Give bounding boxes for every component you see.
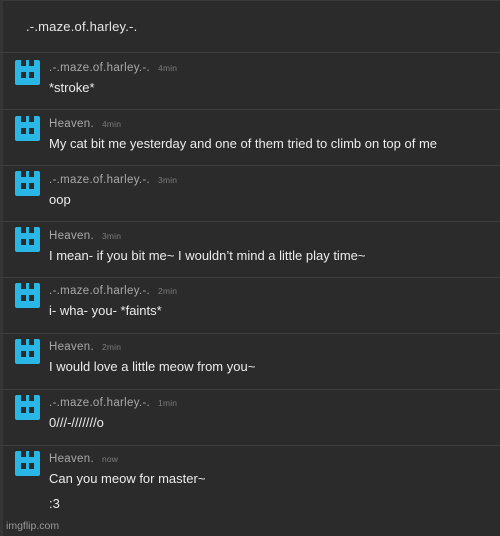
avatar-icon xyxy=(15,116,40,141)
message-text: *stroke* xyxy=(49,80,95,95)
imgflip-watermark: imgflip.com xyxy=(6,520,60,532)
message-text: I would love a little meow from you~ xyxy=(49,359,256,374)
avatar-icon xyxy=(15,171,40,196)
avatar-icon xyxy=(15,60,40,85)
message-timestamp: 3min xyxy=(158,175,178,185)
avatar[interactable] xyxy=(15,171,40,196)
message: Heaven. now Can you meow for master~ :3 xyxy=(0,445,500,536)
avatar[interactable] xyxy=(15,395,40,420)
author-name[interactable]: Heaven. xyxy=(49,230,94,242)
message-author: Heaven. 4min xyxy=(49,118,121,130)
message-text-followup: :3 xyxy=(49,496,60,511)
message-text: Can you meow for master~ xyxy=(49,471,206,486)
message-timestamp: 2min xyxy=(158,286,178,296)
message: .-.maze.of.harley.-. 4min *stroke* xyxy=(0,52,500,109)
avatar-icon xyxy=(15,339,40,364)
message-timestamp: 3min xyxy=(101,231,122,241)
author-name[interactable]: .-.maze.of.harley.-. xyxy=(49,285,150,297)
author-name[interactable]: .-.maze.of.harley.-. xyxy=(49,62,150,74)
message-timestamp: 4min xyxy=(101,119,122,129)
message: .-.maze.of.harley.-. 1min 0///-///////o xyxy=(0,389,500,445)
message: Heaven. 4min My cat bit me yesterday and … xyxy=(0,109,500,165)
message-timestamp: 2min xyxy=(101,342,122,352)
avatar[interactable] xyxy=(15,227,40,252)
message-author: .-.maze.of.harley.-. 2min xyxy=(49,285,177,297)
message: Heaven. 2min I would love a little meow f… xyxy=(0,333,500,389)
message-author: .-.maze.of.harley.-. 3min xyxy=(49,174,177,186)
author-name[interactable]: Heaven. xyxy=(49,341,94,353)
message-author: .-.maze.of.harley.-. 1min xyxy=(49,397,177,409)
chat-window: .-.maze.of.harley.-. .-.maze.of.harley.-… xyxy=(0,0,500,536)
message-text: I mean- if you bit me~ I wouldn’t mind a… xyxy=(49,248,366,263)
avatar[interactable] xyxy=(15,451,40,476)
message-timestamp: now xyxy=(101,454,119,464)
message-text: oop xyxy=(49,192,71,207)
author-name[interactable]: .-.maze.of.harley.-. xyxy=(49,174,150,186)
avatar[interactable] xyxy=(15,60,40,85)
message: .-.maze.of.harley.-. 3min oop xyxy=(0,165,500,221)
message-text: i- wha- you- *faints* xyxy=(49,303,162,318)
message-text: My cat bit me yesterday and one of them … xyxy=(49,136,438,151)
avatar-icon xyxy=(15,283,40,308)
chat-title: .-.maze.of.harley.-. xyxy=(26,19,138,34)
avatar[interactable] xyxy=(15,339,40,364)
avatar-icon xyxy=(15,395,40,420)
avatar-icon xyxy=(15,227,40,252)
message-author: Heaven. now xyxy=(49,453,118,465)
avatar[interactable] xyxy=(15,283,40,308)
message-author: Heaven. 3min xyxy=(49,230,121,242)
message-timestamp: 1min xyxy=(158,398,178,408)
author-name[interactable]: .-.maze.of.harley.-. xyxy=(49,397,150,409)
message: Heaven. 3min I mean- if you bit me~ I wou… xyxy=(0,221,500,277)
author-name[interactable]: Heaven. xyxy=(49,118,94,130)
message-author: .-.maze.of.harley.-. 4min xyxy=(49,62,177,74)
message-text: 0///-///////o xyxy=(49,415,104,430)
message-timestamp: 4min xyxy=(158,63,178,73)
author-name[interactable]: Heaven. xyxy=(49,453,94,465)
avatar-icon xyxy=(15,451,40,476)
message: .-.maze.of.harley.-. 2min i- wha- you- *f… xyxy=(0,277,500,333)
message-author: Heaven. 2min xyxy=(49,341,121,353)
avatar[interactable] xyxy=(15,116,40,141)
chat-header: .-.maze.of.harley.-. xyxy=(0,0,500,52)
